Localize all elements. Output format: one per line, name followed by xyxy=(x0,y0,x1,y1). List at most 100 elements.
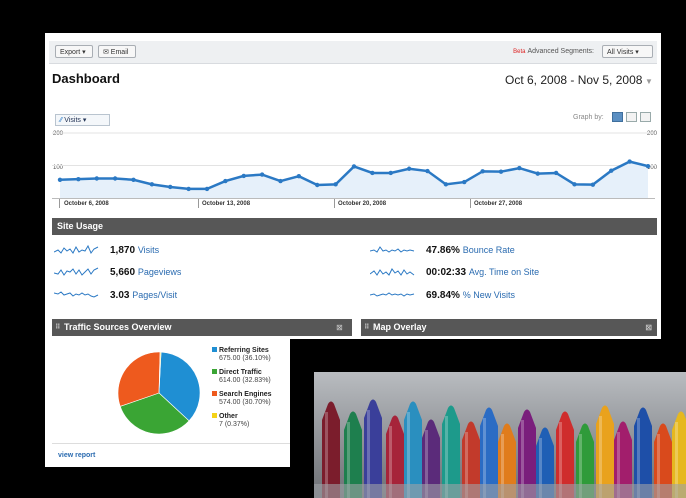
metric-label[interactable]: Pages/Visit xyxy=(132,290,177,300)
data-point[interactable] xyxy=(480,169,485,174)
metric-label[interactable]: Pageviews xyxy=(138,267,182,277)
data-point[interactable] xyxy=(443,182,449,187)
data-point[interactable] xyxy=(388,170,393,176)
graph-by-week-button[interactable] xyxy=(626,112,637,122)
data-point[interactable] xyxy=(333,182,338,187)
traffic-sources-pie-chart xyxy=(117,351,201,435)
data-point[interactable] xyxy=(315,182,320,188)
data-point[interactable] xyxy=(645,163,651,169)
pages-per-visit-sparkline-icon xyxy=(54,291,99,298)
visits-line-chart xyxy=(52,132,655,198)
metric-pages-per-visit[interactable]: 3.03 Pages/Visit xyxy=(110,290,177,301)
divider xyxy=(52,443,290,444)
data-point[interactable] xyxy=(609,168,614,173)
map-overlay-header: ⠿ Map Overlay ⊠ xyxy=(361,319,657,336)
data-point[interactable] xyxy=(76,176,81,182)
legend-item: Other 7 (0.37%) xyxy=(212,413,249,429)
legend-name: Other xyxy=(219,413,238,420)
data-point[interactable] xyxy=(351,164,357,169)
data-point[interactable] xyxy=(517,165,522,171)
data-point[interactable] xyxy=(425,168,430,174)
legend-item: Search Engines 574.00 (30.70%) xyxy=(212,391,272,407)
legend-value: 614.00 (32.83%) xyxy=(219,377,271,384)
view-report-link[interactable]: view report xyxy=(58,452,95,459)
legend-value: 7 (0.37%) xyxy=(219,421,250,428)
data-point[interactable] xyxy=(131,177,136,182)
data-point[interactable] xyxy=(57,177,63,182)
drag-handle-icon[interactable]: ⠿ xyxy=(364,319,369,336)
crayon xyxy=(364,399,382,498)
data-point[interactable] xyxy=(112,176,118,181)
legend-name: Search Engines xyxy=(219,391,272,398)
legend-value: 675.00 (36.10%) xyxy=(219,355,271,362)
legend-swatch xyxy=(212,347,217,352)
chevron-down-icon[interactable]: ▼ xyxy=(645,77,653,86)
metric-value: 47.86% xyxy=(426,245,460,256)
avg-time-sparkline-icon xyxy=(370,268,415,276)
metric-bounce-rate[interactable]: 47.86% Bounce Rate xyxy=(426,245,515,256)
advanced-segments-label: Beta Advanced Segments: xyxy=(513,48,594,55)
map-overlay-title: Map Overlay xyxy=(373,322,427,332)
legend-swatch xyxy=(212,369,217,374)
analytics-dashboard-screenshot: Export ▾ ✉ Email Beta Advanced Segments: … xyxy=(45,33,661,339)
export-button[interactable]: Export ▾ xyxy=(55,45,93,58)
x-tick-label: October 13, 2008 xyxy=(202,201,251,207)
new-visits-sparkline-icon xyxy=(370,292,415,297)
x-tick-label: October 6, 2008 xyxy=(64,201,109,207)
close-icon[interactable]: ⊠ xyxy=(645,319,652,336)
date-range-picker[interactable]: Oct 6, 2008 - Nov 5, 2008 xyxy=(505,73,642,87)
segments-select[interactable]: All Visits ▾ xyxy=(602,45,653,58)
data-point[interactable] xyxy=(590,182,596,187)
data-point[interactable] xyxy=(94,176,99,181)
data-point[interactable] xyxy=(627,159,632,164)
legend-swatch xyxy=(212,391,217,396)
data-point[interactable] xyxy=(498,169,504,174)
graph-by-day-button[interactable] xyxy=(612,112,623,122)
graph-by-month-button[interactable] xyxy=(640,112,651,122)
data-point[interactable] xyxy=(553,170,559,176)
data-point[interactable] xyxy=(223,178,228,184)
data-point[interactable] xyxy=(259,172,265,177)
metric-visits[interactable]: 1,870 Visits xyxy=(110,245,159,256)
legend-swatch xyxy=(212,413,217,418)
visits-sparkline-icon xyxy=(54,244,99,254)
crayon xyxy=(404,401,422,498)
graph-by-label: Graph by: xyxy=(573,114,604,121)
close-icon[interactable]: ⊠ xyxy=(336,319,343,336)
metric-value: 1,870 xyxy=(110,245,136,256)
metric-new-visits[interactable]: 69.84% % New Visits xyxy=(426,290,515,301)
x-tick-mark xyxy=(198,199,199,208)
metric-label[interactable]: Bounce Rate xyxy=(463,245,515,255)
metric-value: 00:02:33 xyxy=(426,267,467,278)
x-tick-mark xyxy=(470,199,471,208)
data-point[interactable] xyxy=(241,173,246,179)
data-point[interactable] xyxy=(149,182,155,187)
traffic-sources-card: ⠿ Traffic Sources Overview Referring Sit… xyxy=(45,319,290,467)
legend-item: Referring Sites 675.00 (36.10%) xyxy=(212,347,271,363)
data-point[interactable] xyxy=(535,171,540,176)
data-point[interactable] xyxy=(406,166,412,171)
beta-badge: Beta xyxy=(513,49,526,55)
x-tick-mark xyxy=(59,199,60,208)
email-button[interactable]: ✉ Email xyxy=(98,45,136,58)
data-point[interactable] xyxy=(296,174,302,179)
data-point[interactable] xyxy=(168,184,173,190)
data-point[interactable] xyxy=(278,178,283,184)
x-tick-label: October 20, 2008 xyxy=(338,201,387,207)
data-point[interactable] xyxy=(204,186,210,192)
visits-metric-selector[interactable]: ⁄⁄ Visits ▾ xyxy=(55,114,110,126)
visits-tab-label: Visits ▾ xyxy=(64,117,87,124)
metric-label[interactable]: Visits xyxy=(138,245,159,255)
metric-pageviews[interactable]: 5,660 Pageviews xyxy=(110,267,181,278)
metric-avg-time[interactable]: 00:02:33 Avg. Time on Site xyxy=(426,267,539,278)
metric-label[interactable]: % New Visits xyxy=(463,290,515,300)
drag-handle-icon[interactable]: ⠿ xyxy=(55,319,60,336)
segments-label-text: Advanced Segments: xyxy=(527,48,594,55)
data-point[interactable] xyxy=(186,186,191,192)
toolbar: Export ▾ ✉ Email Beta Advanced Segments: … xyxy=(49,41,657,64)
data-point[interactable] xyxy=(370,170,375,176)
metric-label[interactable]: Avg. Time on Site xyxy=(469,267,539,277)
data-point[interactable] xyxy=(462,179,467,185)
x-tick-label: October 27, 2008 xyxy=(474,201,523,207)
data-point[interactable] xyxy=(572,182,577,187)
